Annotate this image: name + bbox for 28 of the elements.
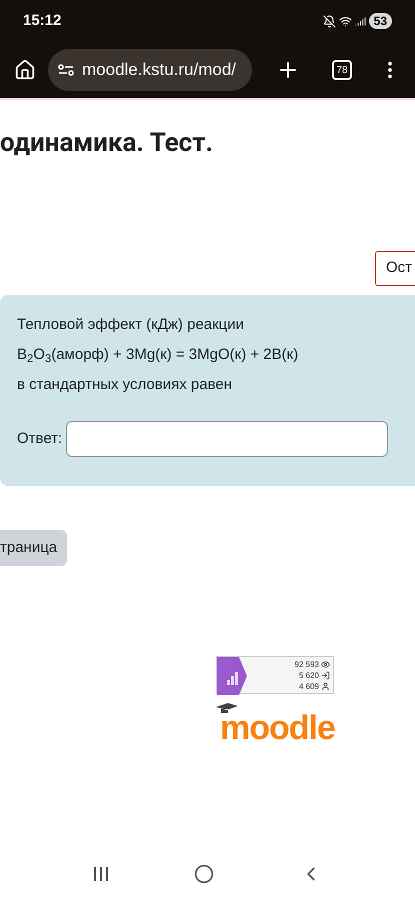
question-text: в стандартных условиях равен bbox=[17, 375, 234, 395]
timer-button[interactable]: Ост bbox=[374, 251, 415, 286]
question-text: B$_{2}$O$_{3}$(аморф) + 3Mg(к) = 3MgO(к) + 2B(к) bbox=[17, 345, 300, 365]
graduation-cap-icon bbox=[216, 703, 238, 713]
clock: 15:12 bbox=[23, 10, 62, 31]
person-icon bbox=[321, 682, 330, 690]
login-icon bbox=[321, 670, 330, 680]
address-bar[interactable]: moodle.kstu.ru/mod/ bbox=[48, 49, 252, 91]
recent-apps-icon[interactable] bbox=[92, 866, 109, 882]
url-text: moodle.kstu.ru/mod/ bbox=[82, 59, 236, 82]
mute-icon bbox=[322, 14, 336, 28]
tab-count-button[interactable]: 78 bbox=[332, 60, 352, 80]
battery-indicator: 53 bbox=[368, 13, 392, 29]
eye-icon bbox=[321, 660, 330, 668]
answer-label: Ответ: bbox=[17, 428, 62, 449]
site-settings-icon[interactable] bbox=[58, 64, 74, 76]
logo-text: moodle bbox=[220, 713, 334, 743]
stats-icon bbox=[217, 657, 247, 695]
counter-value: 4 609 bbox=[298, 680, 319, 692]
answer-field[interactable] bbox=[66, 421, 388, 457]
question-text: Тепловой эффект (кДж) реакции bbox=[17, 315, 246, 335]
counter-value: 92 593 bbox=[294, 658, 319, 670]
home-button-icon[interactable] bbox=[194, 864, 214, 884]
page-button[interactable]: траница bbox=[0, 530, 68, 566]
counter-value: 5 620 bbox=[298, 670, 319, 680]
page-title: одинамика. Тест. bbox=[0, 127, 214, 160]
wifi-icon bbox=[338, 14, 352, 28]
home-icon[interactable] bbox=[14, 59, 36, 81]
